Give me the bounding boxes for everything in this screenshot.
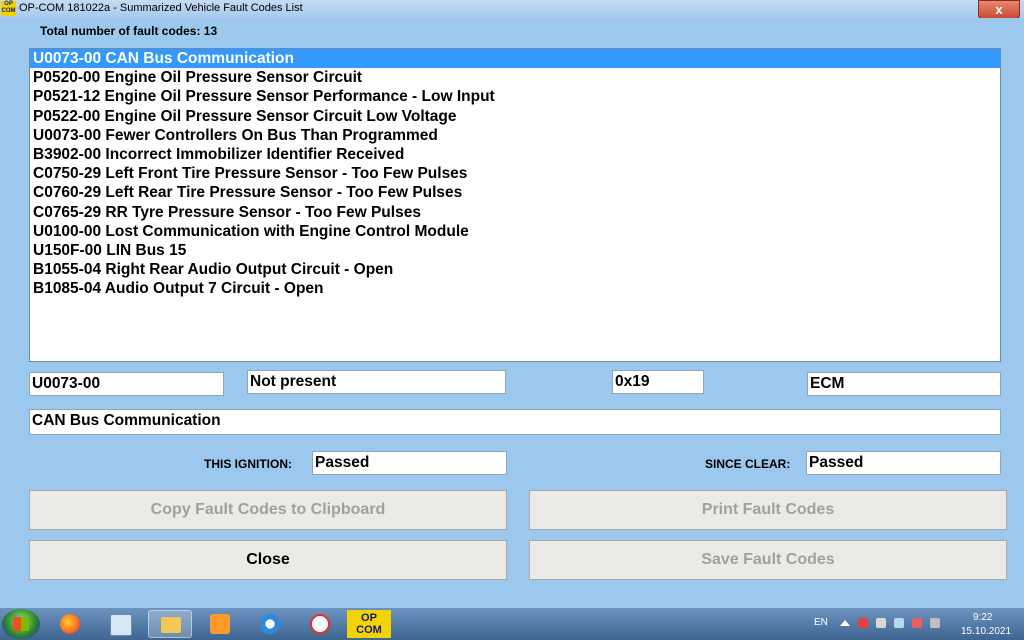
- fault-code-item[interactable]: P0521-12 Engine Oil Pressure Sensor Perf…: [30, 87, 1000, 106]
- windows-logo-icon: [13, 617, 29, 631]
- fault-code-item[interactable]: C0750-29 Left Front Tire Pressure Sensor…: [30, 164, 1000, 183]
- taskbar-media[interactable]: [198, 610, 242, 638]
- fault-code-item[interactable]: U0100-00 Lost Communication with Engine …: [30, 222, 1000, 241]
- since-clear-field: Passed: [806, 451, 1001, 475]
- taskbar: OP COM EN 9:22 15.10.2021: [0, 608, 1024, 640]
- copy-fault-codes-button[interactable]: Copy Fault Codes to Clipboard: [29, 490, 507, 530]
- fault-code-item[interactable]: U0073-00 CAN Bus Communication: [30, 49, 1000, 69]
- window-title: OP-COM 181022a - Summarized Vehicle Faul…: [19, 2, 303, 14]
- flag-icon[interactable]: [876, 618, 886, 628]
- taskbar-explorer[interactable]: [148, 610, 192, 638]
- tray-expand-icon[interactable]: [840, 620, 850, 626]
- calculator-icon: [110, 614, 132, 636]
- fault-code-item[interactable]: B1055-04 Right Rear Audio Output Circuit…: [30, 260, 1000, 279]
- fault-description-field: CAN Bus Communication: [29, 409, 1001, 435]
- fault-code-item[interactable]: B3902-00 Incorrect Immobilizer Identifie…: [30, 145, 1000, 164]
- ie-icon: [260, 614, 280, 634]
- taskbar-firefox[interactable]: [48, 610, 92, 638]
- this-ignition-field: Passed: [312, 451, 507, 475]
- start-button[interactable]: [2, 609, 40, 639]
- taskbar-calculator[interactable]: [98, 610, 142, 638]
- fault-code-item[interactable]: P0522-00 Engine Oil Pressure Sensor Circ…: [30, 107, 1000, 126]
- network-icon[interactable]: [858, 618, 868, 628]
- dialog-client: Total number of fault codes: 13 U0073-00…: [0, 18, 1024, 608]
- taskbar-yandex[interactable]: [298, 610, 342, 638]
- print-fault-codes-button[interactable]: Print Fault Codes: [529, 490, 1007, 530]
- firefox-icon: [60, 614, 80, 634]
- module-field: ECM: [807, 372, 1001, 396]
- volume-icon[interactable]: [912, 618, 922, 628]
- fault-hex-field: 0x19: [612, 370, 704, 394]
- taskbar-ie[interactable]: [248, 610, 292, 638]
- clock-time[interactable]: 9:22: [973, 612, 992, 623]
- yandex-icon: [310, 614, 330, 634]
- fault-code-list[interactable]: U0073-00 CAN Bus Communication P0520-00 E…: [29, 48, 1001, 362]
- folder-icon: [161, 617, 181, 633]
- battery-icon[interactable]: [894, 618, 904, 628]
- fault-code-item[interactable]: C0760-29 Left Rear Tire Pressure Sensor …: [30, 183, 1000, 202]
- fault-code-item[interactable]: P0520-00 Engine Oil Pressure Sensor Circ…: [30, 68, 1000, 87]
- fault-code-field: U0073-00: [29, 372, 224, 396]
- close-button[interactable]: Close: [29, 540, 507, 580]
- taskbar-opcom[interactable]: OP COM: [347, 610, 391, 638]
- language-indicator[interactable]: EN: [814, 617, 828, 628]
- media-player-icon: [210, 614, 230, 634]
- window-close-button[interactable]: x: [978, 0, 1020, 19]
- fault-code-item[interactable]: C0765-29 RR Tyre Pressure Sensor - Too F…: [30, 203, 1000, 222]
- fault-status-field: Not present: [247, 370, 506, 394]
- fault-count-label: Total number of fault codes: 13: [40, 24, 218, 38]
- title-bar: OP COM OP-COM 181022a - Summarized Vehic…: [0, 0, 1024, 19]
- app-icon: OP COM: [1, 1, 16, 16]
- fault-code-item[interactable]: U150F-00 LIN Bus 15: [30, 241, 1000, 260]
- tray-misc-icon[interactable]: [930, 618, 940, 628]
- save-fault-codes-button[interactable]: Save Fault Codes: [529, 540, 1007, 580]
- fault-code-item[interactable]: B1085-04 Audio Output 7 Circuit - Open: [30, 279, 1000, 298]
- since-clear-label: SINCE CLEAR:: [705, 457, 791, 471]
- this-ignition-label: THIS IGNITION:: [204, 457, 292, 471]
- clock-date[interactable]: 15.10.2021: [961, 626, 1011, 637]
- fault-code-item[interactable]: U0073-00 Fewer Controllers On Bus Than P…: [30, 126, 1000, 145]
